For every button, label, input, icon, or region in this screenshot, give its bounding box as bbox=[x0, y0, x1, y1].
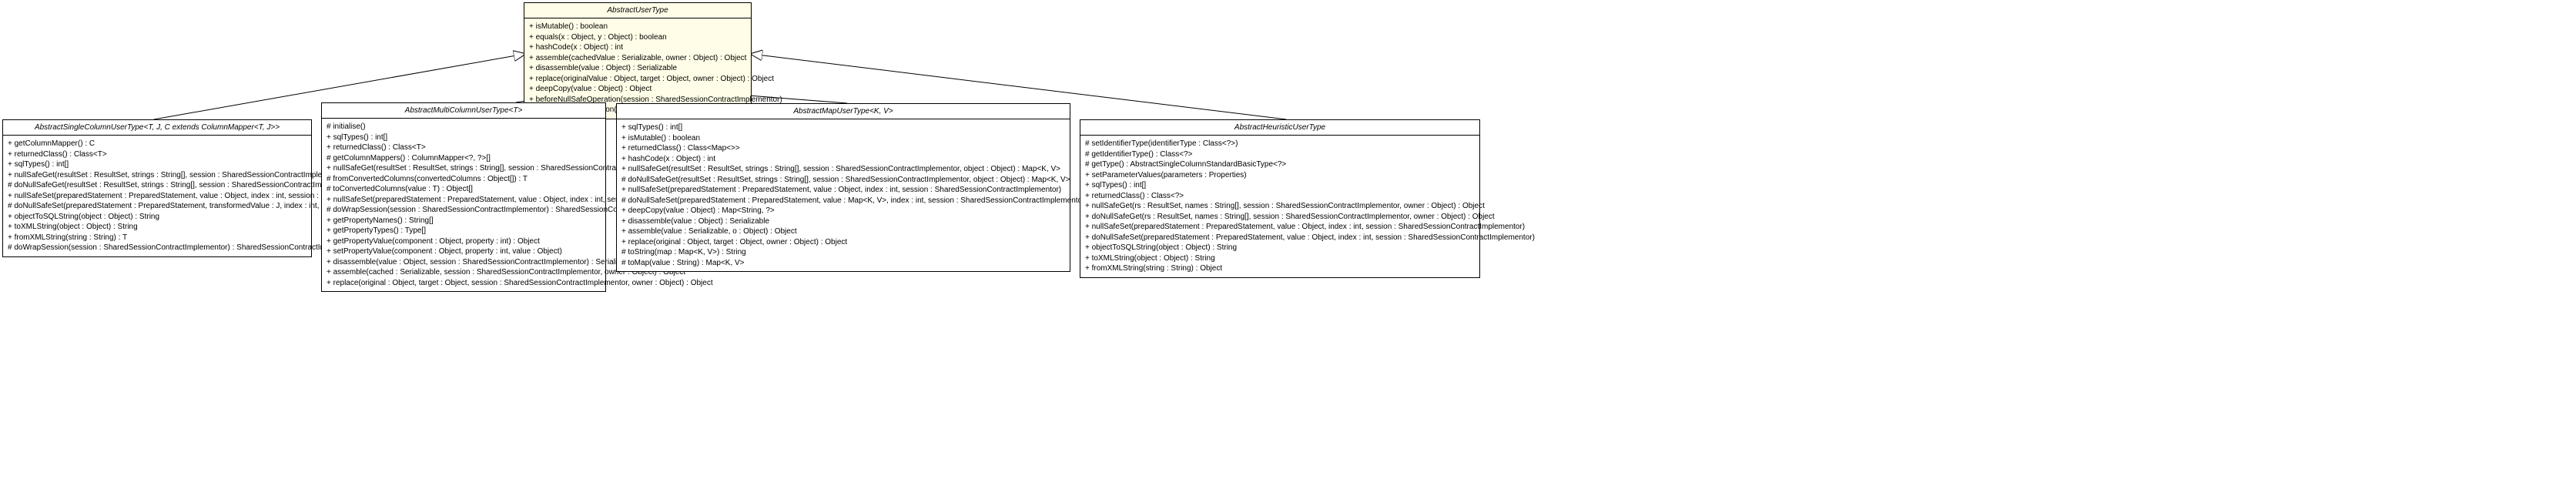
class-name: AbstractMultiColumnUserType<T> bbox=[322, 103, 605, 119]
operation-line: + nullSafeSet(preparedStatement : Prepar… bbox=[621, 185, 1065, 196]
operation-line: + getPropertyValue(component : Object, p… bbox=[327, 236, 601, 247]
class-abstract-single-column-user-type: AbstractSingleColumnUserType<T, J, C ext… bbox=[2, 119, 312, 257]
operation-line: + doNullSafeSet(preparedStatement : Prep… bbox=[1085, 233, 1475, 243]
operation-line: + sqlTypes() : int[] bbox=[621, 122, 1065, 133]
operation-line: # initialise() bbox=[327, 122, 601, 132]
operation-line: + setParameterValues(parameters : Proper… bbox=[1085, 170, 1475, 181]
operation-line: + isMutable() : boolean bbox=[529, 22, 746, 32]
operation-line: + returnedClass() : Class<Map<>> bbox=[621, 143, 1065, 154]
operation-line: # toConvertedColumns(value : T) : Object… bbox=[327, 184, 601, 195]
operation-line: + hashCode(x : Object) : int bbox=[621, 154, 1065, 165]
class-operations: + getColumnMapper() : C+ returnedClass()… bbox=[3, 136, 311, 256]
operation-line: # doNullSafeGet(resultSet : ResultSet, s… bbox=[8, 180, 307, 191]
operation-line: + assemble(value : Serializable, o : Obj… bbox=[621, 226, 1065, 237]
operation-line: + disassemble(value : Object) : Serializ… bbox=[621, 216, 1065, 227]
operation-line: # doNullSafeSet(preparedStatement : Prep… bbox=[8, 201, 307, 212]
operation-line: + getColumnMapper() : C bbox=[8, 139, 307, 149]
operation-line: + nullSafeSet(preparedStatement : Prepar… bbox=[327, 195, 601, 206]
operation-line: + nullSafeSet(preparedStatement : Prepar… bbox=[8, 191, 307, 202]
operation-line: + deepCopy(value : Object) : Object bbox=[529, 84, 746, 95]
operation-line: + equals(x : Object, y : Object) : boole… bbox=[529, 32, 746, 43]
operation-line: + objectToSQLString(object : Object) : S… bbox=[8, 212, 307, 223]
class-abstract-user-type: AbstractUserType + isMutable() : boolean… bbox=[524, 2, 752, 119]
operation-line: + nullSafeGet(resultSet : ResultSet, str… bbox=[8, 170, 307, 181]
operation-line: + disassemble(value : Object, session : … bbox=[327, 257, 601, 268]
class-name: AbstractSingleColumnUserType<T, J, C ext… bbox=[3, 120, 311, 136]
operation-line: + sqlTypes() : int[] bbox=[1085, 180, 1475, 191]
operation-line: + returnedClass() : Class<?> bbox=[1085, 191, 1475, 202]
operation-line: + returnedClass() : Class<T> bbox=[8, 149, 307, 160]
operation-line: + hashCode(x : Object) : int bbox=[529, 42, 746, 53]
operation-line: + nullSafeGet(rs : ResultSet, names : St… bbox=[1085, 201, 1475, 212]
operation-line: + replace(originalValue : Object, target… bbox=[529, 74, 746, 85]
operation-line: # doWrapSession(session : SharedSessionC… bbox=[8, 243, 307, 253]
operation-line: + isMutable() : boolean bbox=[621, 133, 1065, 144]
operation-line: # doNullSafeGet(resultSet : ResultSet, s… bbox=[621, 175, 1065, 186]
operation-line: + fromXMLString(string : String) : T bbox=[8, 233, 307, 243]
class-operations: # setIdentifierType(identifierType : Cla… bbox=[1080, 136, 1479, 277]
operation-line: # toMap(value : String) : Map<K, V> bbox=[621, 258, 1065, 269]
operation-line: + replace(original : Object, target : Ob… bbox=[621, 237, 1065, 248]
operation-line: # setIdentifierType(identifierType : Cla… bbox=[1085, 139, 1475, 149]
operation-line: # getColumnMappers() : ColumnMapper<?, ?… bbox=[327, 153, 601, 164]
operation-line: + deepCopy(value : Object) : Map<String,… bbox=[621, 206, 1065, 216]
class-operations: + sqlTypes() : int[]+ isMutable() : bool… bbox=[617, 119, 1070, 271]
operation-line: + toXMLString(object : Object) : String bbox=[1085, 253, 1475, 264]
class-name: AbstractUserType bbox=[524, 3, 751, 18]
operation-line: + nullSafeGet(resultSet : ResultSet, str… bbox=[621, 164, 1065, 175]
operation-line: + nullSafeSet(preparedStatement : Prepar… bbox=[1085, 222, 1475, 233]
operation-line: # toString(map : Map<K, V>) : String bbox=[621, 247, 1065, 258]
operation-line: + objectToSQLString(object : Object) : S… bbox=[1085, 243, 1475, 253]
operation-line: + doNullSafeGet(rs : ResultSet, names : … bbox=[1085, 212, 1475, 223]
operation-line: + assemble(cached : Serializable, sessio… bbox=[327, 267, 601, 278]
class-abstract-map-user-type: AbstractMapUserType<K, V> + sqlTypes() :… bbox=[616, 103, 1070, 272]
operation-line: # doNullSafeSet(preparedStatement : Prep… bbox=[621, 196, 1065, 206]
operation-line: + toXMLString(object : Object) : String bbox=[8, 222, 307, 233]
operation-line: # getType() : AbstractSingleColumnStanda… bbox=[1085, 159, 1475, 170]
operation-line: + assemble(cachedValue : Serializable, o… bbox=[529, 53, 746, 64]
operation-line: + fromXMLString(string : String) : Objec… bbox=[1085, 263, 1475, 274]
operation-line: + replace(original : Object, target : Ob… bbox=[327, 278, 601, 289]
operation-line: + sqlTypes() : int[] bbox=[327, 132, 601, 143]
class-name: AbstractHeuristicUserType bbox=[1080, 120, 1479, 136]
class-name: AbstractMapUserType<K, V> bbox=[617, 104, 1070, 119]
operation-line: + disassemble(value : Object) : Serializ… bbox=[529, 63, 746, 74]
operation-line: + sqlTypes() : int[] bbox=[8, 159, 307, 170]
operation-line: # fromConvertedColumns(convertedColumns … bbox=[327, 174, 601, 185]
class-abstract-multi-column-user-type: AbstractMultiColumnUserType<T> # initial… bbox=[321, 102, 606, 292]
operation-line: + getPropertyNames() : String[] bbox=[327, 216, 601, 226]
class-abstract-heuristic-user-type: AbstractHeuristicUserType # setIdentifie… bbox=[1080, 119, 1480, 278]
operation-line: + nullSafeGet(resultSet : ResultSet, str… bbox=[327, 163, 601, 174]
operation-line: + setPropertyValue(component : Object, p… bbox=[327, 246, 601, 257]
operation-line: + returnedClass() : Class<T> bbox=[327, 142, 601, 153]
operation-line: # doWrapSession(session : SharedSessionC… bbox=[327, 205, 601, 216]
operation-line: # getIdentifierType() : Class<?> bbox=[1085, 149, 1475, 160]
operation-line: + getPropertyTypes() : Type[] bbox=[327, 226, 601, 236]
class-operations: # initialise()+ sqlTypes() : int[]+ retu… bbox=[322, 119, 605, 291]
